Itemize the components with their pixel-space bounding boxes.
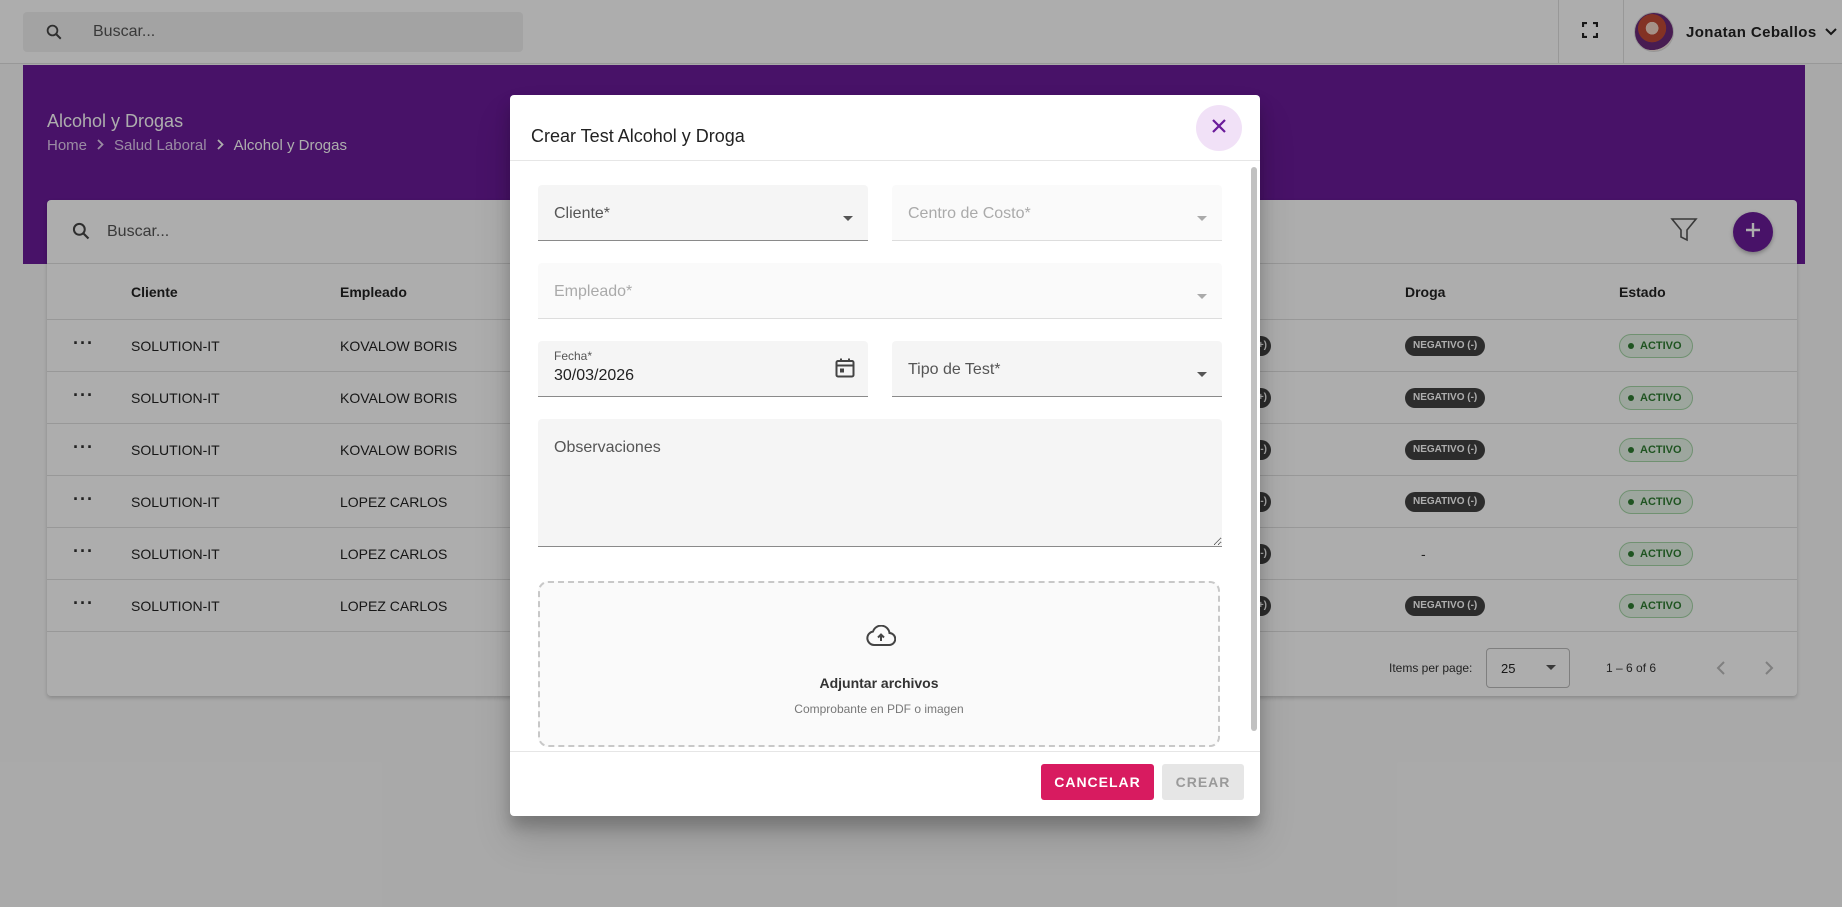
observaciones-textarea[interactable] — [538, 419, 1222, 546]
dropdown-arrow-icon — [1196, 210, 1208, 228]
dialog-scrollbar-thumb[interactable] — [1251, 167, 1257, 731]
dialog-header: Crear Test Alcohol y Droga — [510, 95, 1260, 161]
dropzone-title: Adjuntar archivos — [819, 675, 939, 691]
calendar-icon[interactable] — [834, 357, 856, 384]
fecha-value: 30/03/2026 — [554, 367, 635, 384]
file-dropzone[interactable]: Adjuntar archivos Comprobante en PDF o i… — [538, 581, 1220, 747]
fecha-label: Fecha* — [554, 349, 593, 363]
tipo-test-label: Tipo de Test* — [908, 361, 1001, 378]
dropdown-arrow-icon — [842, 210, 854, 228]
dropzone-subtitle: Comprobante en PDF o imagen — [794, 702, 964, 716]
create-button[interactable]: CREAR — [1162, 764, 1244, 800]
dropdown-arrow-icon — [1196, 366, 1208, 384]
create-test-dialog: Crear Test Alcohol y Droga Cliente* Cent… — [510, 95, 1260, 816]
close-dialog-button[interactable] — [1196, 105, 1242, 151]
cloud-upload-icon — [866, 624, 897, 652]
fecha-field[interactable]: Fecha* 30/03/2026 — [538, 341, 868, 397]
centro-costo-label: Centro de Costo* — [908, 205, 1031, 222]
dialog-body: Cliente* Centro de Costo* Empleado* Fech… — [510, 161, 1260, 751]
dropdown-arrow-icon — [1196, 288, 1208, 306]
close-icon — [1212, 118, 1226, 138]
centro-costo-field[interactable]: Centro de Costo* — [892, 185, 1222, 241]
tipo-test-field[interactable]: Tipo de Test* — [892, 341, 1222, 397]
dialog-footer: CANCELAR CREAR — [510, 751, 1260, 816]
cliente-label: Cliente* — [554, 205, 611, 222]
cliente-field[interactable]: Cliente* — [538, 185, 868, 241]
cancel-button[interactable]: CANCELAR — [1041, 764, 1154, 800]
dialog-title: Crear Test Alcohol y Droga — [531, 126, 745, 146]
empleado-label: Empleado* — [554, 283, 633, 300]
observaciones-field[interactable] — [538, 419, 1222, 547]
empleado-field[interactable]: Empleado* — [538, 263, 1222, 319]
